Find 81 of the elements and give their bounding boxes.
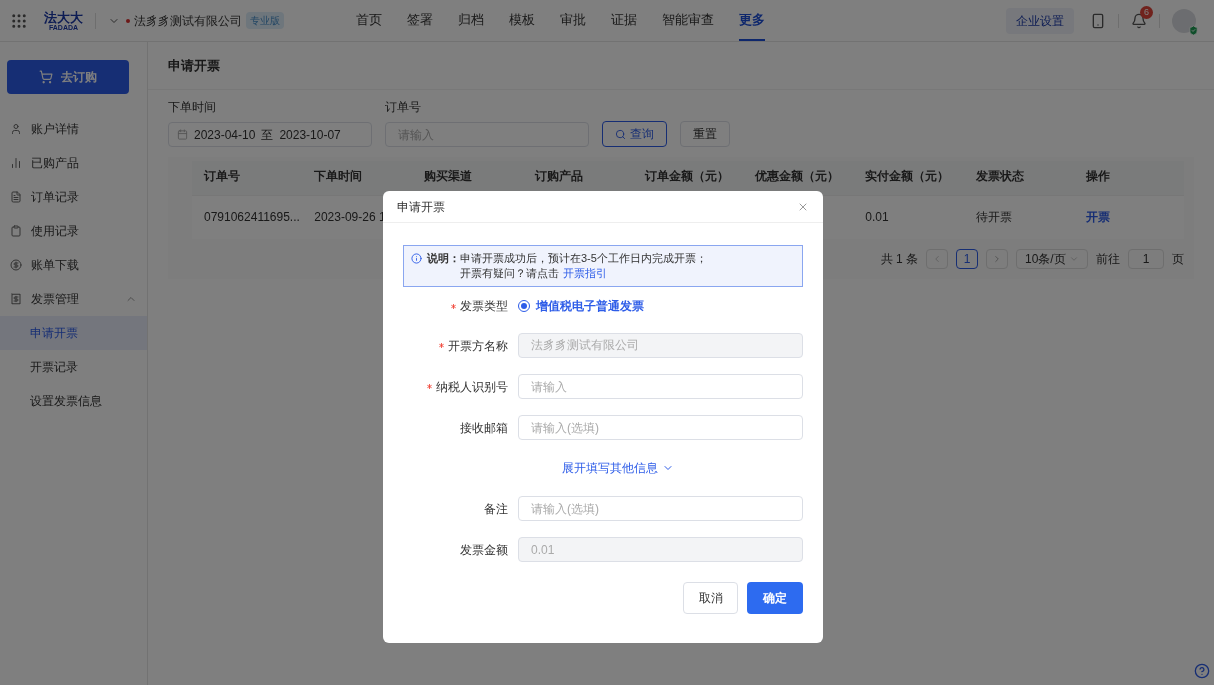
chevron-right-icon — [992, 254, 1002, 264]
sidebar-subitem[interactable]: 开票记录 — [0, 350, 147, 384]
input-field[interactable]: 请输入(选填) — [518, 415, 803, 440]
nav-tab[interactable]: 模板 — [509, 0, 535, 41]
input-field[interactable]: 请输入 — [518, 374, 803, 399]
edition-badge: 专业版 — [246, 12, 284, 29]
company-name[interactable]: 法豸豸测试有限公司 — [134, 11, 242, 30]
table-cell: 0.01 — [853, 195, 964, 239]
avatar[interactable] — [1172, 8, 1196, 33]
cart-icon — [39, 70, 53, 84]
help-icon[interactable] — [1194, 663, 1210, 679]
field-label: 开票方名称 — [448, 337, 508, 355]
notice-text: 开票有疑问？请点击 — [460, 266, 559, 281]
filter-label: 订单号 — [385, 99, 422, 116]
guide-link[interactable]: 开票指引 — [563, 266, 607, 281]
dialog-title: 申请开票 — [397, 198, 445, 216]
receipt-icon — [10, 293, 22, 305]
notification-count: 6 — [1140, 5, 1153, 19]
goto-page-field[interactable]: 1 — [1128, 249, 1164, 269]
document-icon — [10, 191, 22, 203]
invoice-type-radio[interactable]: 增值税电子普通发票 — [518, 297, 644, 315]
sidebar-item[interactable]: 发票管理 — [0, 282, 147, 316]
logo-text: 法大大 — [44, 10, 83, 24]
apps-icon[interactable] — [10, 11, 28, 30]
filter-label: 下单时间 — [168, 99, 217, 116]
cancel-button[interactable]: 取消 — [683, 582, 738, 614]
search-icon — [615, 128, 626, 140]
coin-icon — [10, 259, 22, 271]
table-cell: 0791062411695... — [192, 195, 303, 239]
field-label: 纳税人识别号 — [436, 378, 508, 396]
nav-tab[interactable]: 归档 — [458, 0, 484, 41]
input-field[interactable]: 请输入(选填) — [518, 496, 803, 521]
user-icon — [10, 123, 22, 135]
column-header: 优惠金额（元） — [743, 161, 854, 195]
column-header: 下单时间 — [302, 161, 413, 195]
date-range-field[interactable]: 2023-04-10 至 2023-10-07 — [168, 122, 372, 147]
calendar-icon — [177, 129, 188, 140]
invoice-link[interactable]: 开票 — [1085, 210, 1110, 225]
goto-label: 前往 — [1096, 251, 1120, 268]
column-header: 实付金额（元） — [853, 161, 964, 195]
search-button[interactable]: 查询 — [602, 121, 667, 147]
expand-more-button[interactable]: 展开填写其他信息 — [562, 459, 674, 477]
field-label: 备注 — [484, 500, 508, 518]
nav-tab[interactable]: 签署 — [407, 0, 433, 41]
nav-tab[interactable]: 证据 — [611, 0, 637, 41]
column-header: 订单金额（元） — [643, 168, 730, 185]
reset-button[interactable]: 重置 — [680, 121, 730, 147]
column-header: 购买渠道 — [423, 168, 474, 185]
page-title: 申请开票 — [148, 42, 1214, 90]
notice-text: 申请开票成功后，预计在3-5个工作日内完成开票； — [460, 251, 707, 266]
notice-label: 说明： — [427, 251, 460, 266]
nav-tab[interactable]: 智能审查 — [662, 0, 714, 41]
settings-button[interactable]: 企业设置 — [1006, 7, 1074, 34]
field-label: 发票金额 — [460, 541, 508, 559]
nav-tab[interactable]: 审批 — [560, 0, 586, 41]
sidebar-item[interactable]: 已购产品 — [0, 146, 147, 180]
table-cell: 待开票 — [963, 195, 1074, 239]
column-header: 操作 — [1073, 161, 1184, 195]
nav-tab[interactable]: 首页 — [356, 0, 382, 41]
phone-icon[interactable] — [1090, 12, 1106, 29]
page-size-select[interactable]: 10条/页 — [1016, 249, 1088, 269]
field-label: 发票类型 — [460, 298, 508, 315]
verified-icon — [1188, 24, 1199, 36]
column-header: 订单号 — [192, 161, 303, 195]
page-button[interactable]: 1 — [956, 249, 978, 269]
order-button[interactable]: 去订购 — [7, 60, 129, 94]
total-count: 共 1 条 — [880, 251, 918, 268]
sidebar-subitem[interactable]: 设置发票信息 — [0, 384, 147, 418]
page-unit: 页 — [1172, 251, 1184, 268]
info-icon — [411, 253, 422, 264]
sidebar-item[interactable]: 账单下载 — [0, 248, 147, 282]
sidebar-item[interactable]: 使用记录 — [0, 214, 147, 248]
sidebar-item[interactable]: 订单记录 — [0, 180, 147, 214]
clipboard-icon — [10, 225, 22, 237]
column-header: 发票状态 — [963, 161, 1074, 195]
sidebar-subitem[interactable]: 申请开票 — [0, 316, 147, 350]
sidebar-item[interactable]: 账户详情 — [0, 112, 147, 146]
confirm-button[interactable]: 确定 — [747, 582, 803, 614]
bar-chart-icon — [10, 157, 22, 169]
field-label: 接收邮箱 — [460, 419, 508, 437]
column-header: 订购产品 — [533, 168, 584, 185]
